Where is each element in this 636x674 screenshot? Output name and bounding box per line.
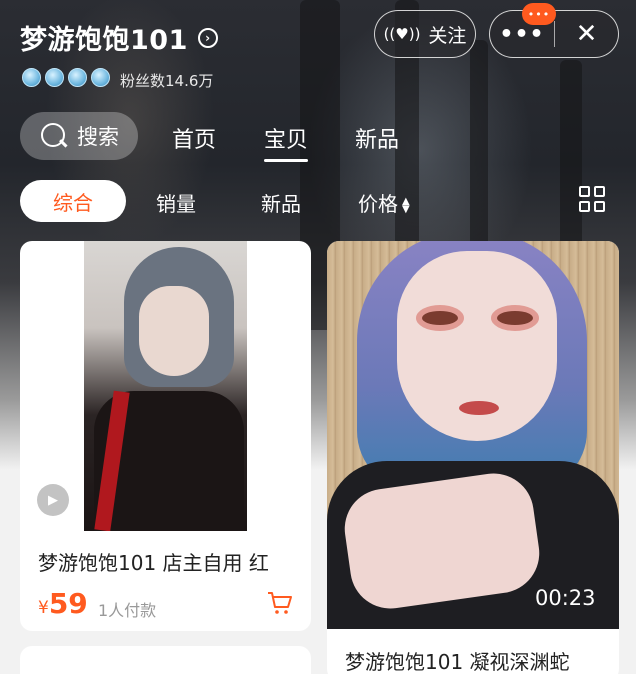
product-title: 梦游饱饱101 店主自用 红 [38, 551, 269, 575]
cart-icon[interactable] [267, 591, 293, 615]
filter-price[interactable]: 价格 ▲ ▼ [358, 188, 410, 217]
product-video-thumbnail [327, 241, 619, 629]
follow-button[interactable]: ((♥)) 关注 [374, 10, 476, 58]
video-duration: 00:23 [535, 586, 596, 610]
sort-icon: ▲ ▼ [402, 195, 410, 215]
product-title: 梦游饱饱101 凝视深渊蛇 [345, 650, 570, 674]
sales-count: 1人付款 [98, 601, 157, 620]
notification-badge: ••• [522, 3, 556, 25]
crown-icon [68, 68, 87, 87]
product-card[interactable] [20, 646, 311, 674]
product-card[interactable]: 00:23 梦游饱饱101 凝视深渊蛇 [327, 241, 619, 674]
shop-level-crowns [22, 68, 110, 87]
price-value: 59 [48, 587, 88, 620]
broadcast-icon: ((♥)) [383, 25, 421, 43]
shop-name-text: 梦游饱饱101 [20, 25, 188, 56]
tab-home[interactable]: 首页 [172, 122, 216, 154]
more-icon[interactable]: ••• [490, 22, 554, 47]
shop-name[interactable]: 梦游饱饱101 › [20, 18, 218, 57]
search-button[interactable]: 搜索 [20, 112, 138, 160]
play-icon[interactable]: ▶ [37, 484, 69, 516]
tab-items[interactable]: 宝贝 [264, 122, 309, 162]
search-label: 搜索 [77, 125, 119, 149]
crown-icon [22, 68, 41, 87]
filter-sales[interactable]: 销量 [156, 188, 196, 217]
follow-label: 关注 [428, 24, 467, 47]
crown-icon [45, 68, 64, 87]
fans-count: 粉丝数14.6万 [120, 72, 214, 90]
tab-new[interactable]: 新品 [355, 122, 399, 154]
search-icon [39, 121, 69, 151]
chevron-right-icon: › [197, 27, 218, 48]
product-price: ¥59 [38, 587, 88, 620]
product-image [84, 241, 247, 531]
filter-new[interactable]: 新品 [261, 188, 301, 217]
close-icon[interactable]: ✕ [555, 19, 618, 49]
filter-comprehensive[interactable]: 综合 [20, 180, 126, 222]
filter-price-label: 价格 [358, 192, 398, 216]
product-card[interactable]: ▶ 梦游饱饱101 店主自用 红 ¥59 1人付款 [20, 241, 311, 631]
crown-icon [91, 68, 110, 87]
currency-symbol: ¥ [38, 598, 49, 618]
grid-view-icon[interactable] [579, 186, 605, 212]
